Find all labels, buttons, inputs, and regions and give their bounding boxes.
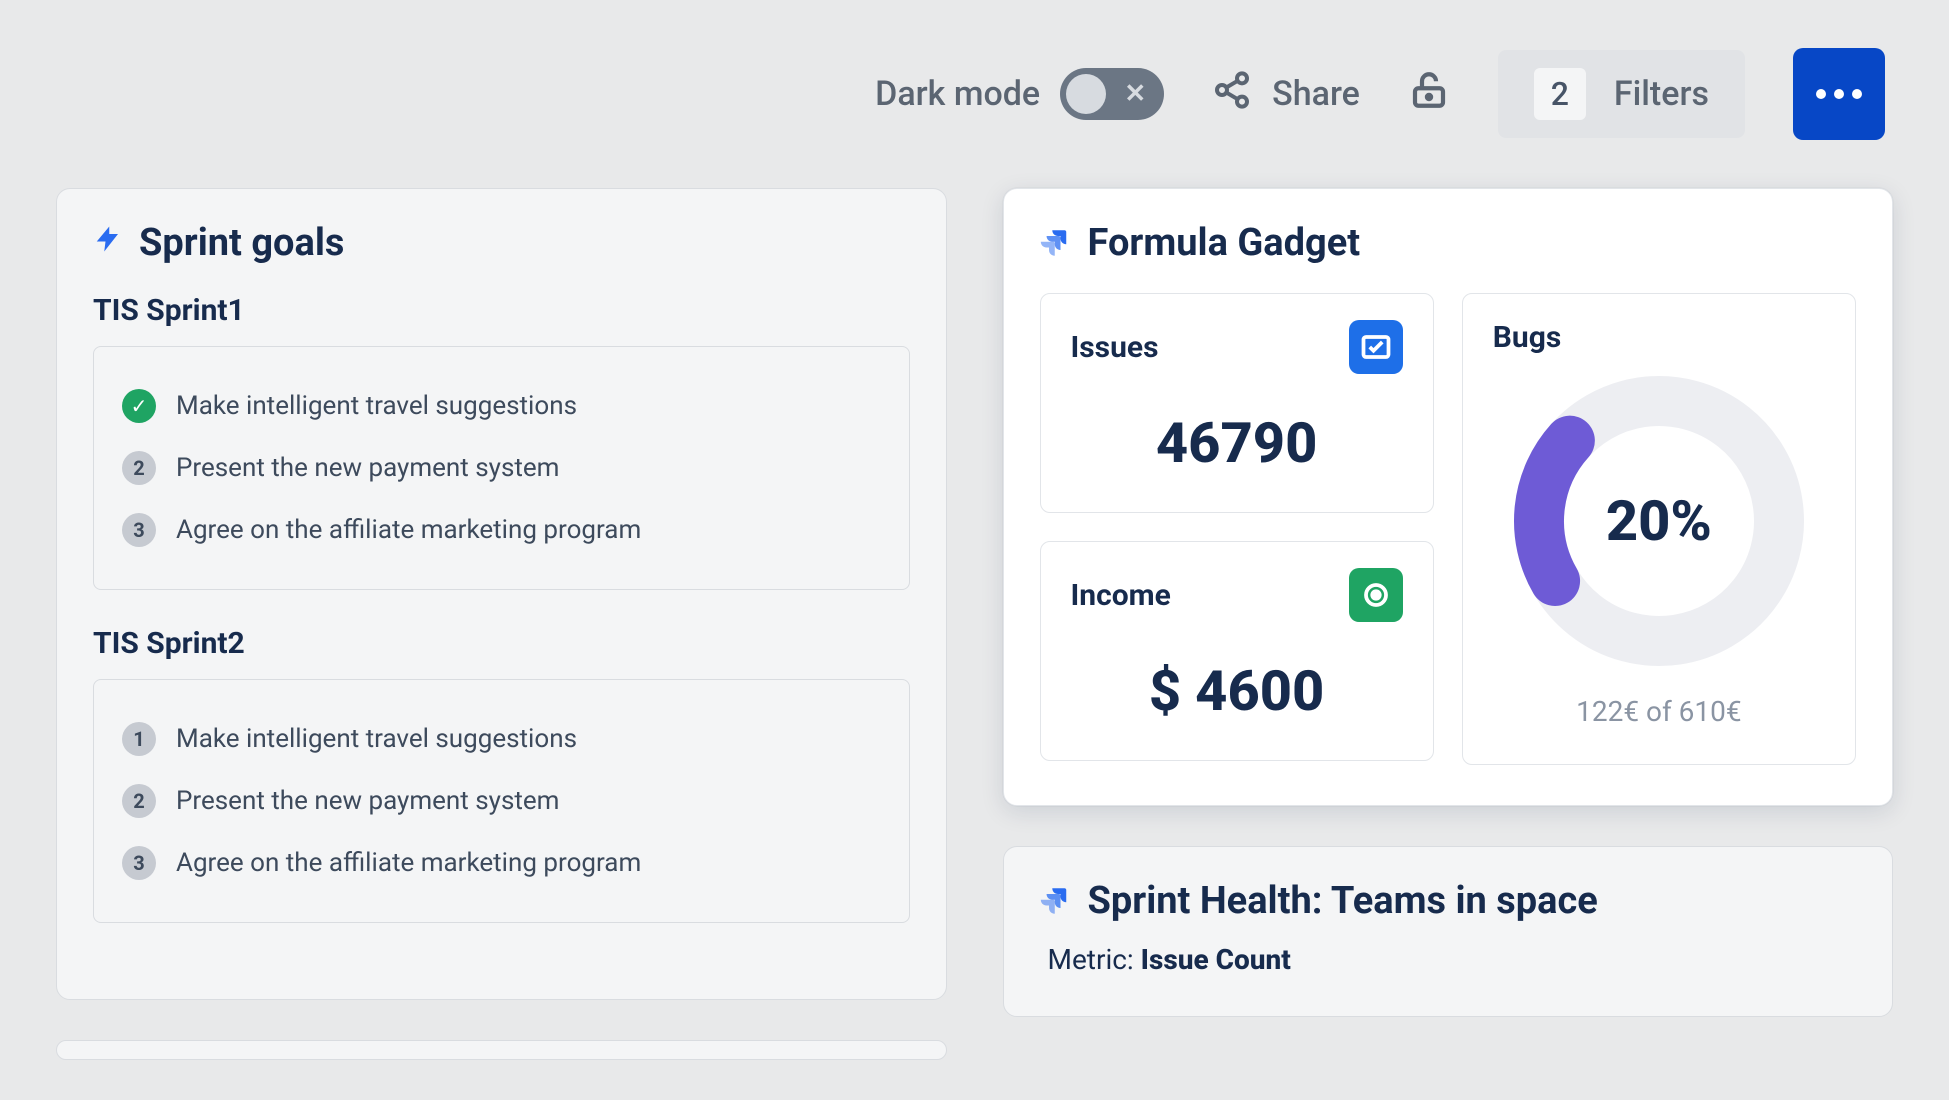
sprint-health-title: Sprint Health: Teams in space — [1040, 879, 1857, 923]
sprint-health-card: Sprint Health: Teams in space Metric: Is… — [1003, 846, 1894, 1017]
goal-number-badge: 3 — [122, 846, 156, 880]
issues-tile[interactable]: Issues 46790 — [1040, 293, 1434, 513]
bugs-percent: 20% — [1509, 371, 1809, 671]
goal-item[interactable]: 2 Present the new payment system — [122, 770, 881, 832]
sprint-goals-card: Sprint goals TIS Sprint1 ✓ Make intellig… — [56, 188, 947, 1000]
jira-icon — [1040, 885, 1072, 917]
goal-text: Present the new payment system — [176, 453, 559, 483]
checkbox-icon — [1349, 320, 1403, 374]
sprint2-goal-list: 1 Make intelligent travel suggestions 2 … — [93, 679, 910, 923]
sprint-name: TIS Sprint2 — [93, 626, 910, 661]
share-label: Share — [1272, 74, 1360, 114]
dark-mode-toggle[interactable]: ✕ — [1060, 68, 1164, 120]
filters-button[interactable]: 2 Filters — [1498, 50, 1745, 138]
sprint1-goal-list: ✓ Make intelligent travel suggestions 2 … — [93, 346, 910, 590]
metric-value: Issue Count — [1141, 943, 1291, 976]
filters-label: Filters — [1614, 74, 1709, 114]
bugs-label: Bugs — [1493, 320, 1562, 355]
toggle-knob-icon — [1066, 74, 1106, 114]
issues-value: 46790 — [1071, 410, 1403, 476]
filters-count-badge: 2 — [1534, 68, 1586, 120]
goal-text: Present the new payment system — [176, 786, 559, 816]
goal-item[interactable]: ✓ Make intelligent travel suggestions — [122, 375, 881, 437]
income-value: $ 4600 — [1071, 658, 1403, 724]
income-tile[interactable]: Income $ 4600 — [1040, 541, 1434, 761]
issues-label: Issues — [1071, 330, 1159, 365]
lightning-icon — [93, 223, 123, 263]
sprint-goals-title-text: Sprint goals — [139, 221, 344, 265]
jira-icon — [1040, 227, 1072, 259]
ellipsis-icon — [1816, 89, 1826, 99]
ellipsis-icon — [1834, 89, 1844, 99]
more-actions-button[interactable] — [1793, 48, 1885, 140]
goal-text: Make intelligent travel suggestions — [176, 391, 577, 421]
sprint-health-metric: Metric: Issue Count — [1040, 943, 1857, 976]
sprint-name: TIS Sprint1 — [93, 293, 910, 328]
check-icon: ✓ — [122, 389, 156, 423]
dark-mode-label: Dark mode — [875, 74, 1040, 114]
toggle-off-icon: ✕ — [1124, 79, 1146, 109]
goal-number-badge: 2 — [122, 784, 156, 818]
goal-item[interactable]: 3 Agree on the affiliate marketing progr… — [122, 832, 881, 894]
goal-text: Make intelligent travel suggestions — [176, 724, 577, 754]
toolbar: Dark mode ✕ Share 2 Filters — [0, 0, 1949, 140]
sprint-goals-title: Sprint goals — [93, 221, 910, 265]
formula-title-text: Formula Gadget — [1088, 221, 1361, 265]
bugs-donut-chart: 20% — [1509, 371, 1809, 671]
income-label: Income — [1071, 578, 1171, 613]
metric-label: Metric: — [1048, 943, 1134, 976]
goal-number-badge: 1 — [122, 722, 156, 756]
goal-item[interactable]: 3 Agree on the affiliate marketing progr… — [122, 499, 881, 561]
goal-text: Agree on the affiliate marketing program — [176, 515, 641, 545]
sprint-health-title-text: Sprint Health: Teams in space — [1088, 879, 1598, 923]
goal-number-badge: 2 — [122, 451, 156, 485]
formula-gadget-card: Formula Gadget Issues 46790 — [1003, 188, 1894, 806]
bugs-tile[interactable]: Bugs 20% 122€ of 610€ — [1462, 293, 1856, 765]
share-icon — [1212, 70, 1252, 119]
formula-title: Formula Gadget — [1040, 221, 1857, 265]
target-icon — [1349, 568, 1403, 622]
unlock-icon — [1408, 69, 1450, 120]
goal-text: Agree on the affiliate marketing program — [176, 848, 641, 878]
lock-button[interactable] — [1408, 69, 1450, 120]
ellipsis-icon — [1852, 89, 1862, 99]
goal-item[interactable]: 1 Make intelligent travel suggestions — [122, 708, 881, 770]
goal-item[interactable]: 2 Present the new payment system — [122, 437, 881, 499]
goal-number-badge: 3 — [122, 513, 156, 547]
dark-mode-control: Dark mode ✕ — [875, 68, 1164, 120]
share-button[interactable]: Share — [1212, 70, 1360, 119]
partial-card — [56, 1040, 947, 1060]
